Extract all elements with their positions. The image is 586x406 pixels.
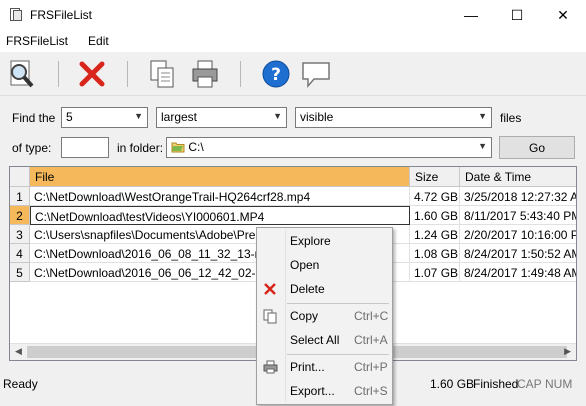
size-cell[interactable]: 1.07 GB <box>410 263 460 282</box>
date-cell[interactable]: 8/11/2017 5:43:40 PM <box>460 206 576 225</box>
scroll-right-icon[interactable]: ▶ <box>564 346 571 357</box>
menu-frsfilelist[interactable]: FRSFileList <box>0 34 75 48</box>
date-cell[interactable]: 3/25/2018 12:27:32 AM <box>460 187 576 206</box>
print-icon <box>262 359 278 375</box>
folder-dropdown[interactable]: C:\ ▼ <box>166 137 492 158</box>
row-header-corner <box>10 167 30 187</box>
chevron-down-icon: ▼ <box>478 141 487 151</box>
window-title: FRSFileList <box>30 8 93 22</box>
date-cell[interactable]: 8/24/2017 1:50:52 AM <box>460 244 576 263</box>
size-cell[interactable]: 1.08 GB <box>410 244 460 263</box>
context-item-label: Open <box>290 258 320 272</box>
file-cell[interactable]: C:\NetDownload\testVideos\YI000601.MP4 <box>30 206 410 225</box>
menu-edit[interactable]: Edit <box>81 34 116 48</box>
count-dropdown[interactable]: 5 ▼ <box>61 107 148 128</box>
column-header-date[interactable]: Date & Time <box>460 167 576 187</box>
copy-icon[interactable] <box>145 57 179 91</box>
row-number: 3 <box>10 225 30 244</box>
row-number: 2 <box>10 206 30 225</box>
scroll-left-icon[interactable]: ◀ <box>15 346 22 357</box>
print-icon[interactable] <box>188 57 222 91</box>
delete-icon <box>262 281 278 297</box>
context-item-label: Explore <box>290 234 331 248</box>
column-header-file[interactable]: File <box>30 167 410 187</box>
feedback-icon[interactable] <box>299 57 333 91</box>
context-item-label: Export... <box>290 384 335 398</box>
delete-icon[interactable] <box>75 57 109 91</box>
svg-text:?: ? <box>271 65 281 85</box>
file-type-input[interactable] <box>61 137 109 158</box>
chevron-down-icon: ▼ <box>273 111 282 121</box>
row-number: 1 <box>10 187 30 206</box>
context-item-label: Copy <box>290 309 319 323</box>
context-item-label: Select All <box>290 333 340 347</box>
visibility-value: visible <box>300 110 334 124</box>
context-print[interactable]: Print... Ctrl+P <box>257 356 392 378</box>
column-header-size[interactable]: Size <box>410 167 460 187</box>
context-copy[interactable]: Copy Ctrl+C <box>257 305 392 327</box>
size-cell[interactable]: 1.60 GB <box>410 206 460 225</box>
in-folder-label: in folder: <box>117 141 164 155</box>
go-button[interactable]: Go <box>499 136 575 159</box>
context-item-shortcut: Ctrl+P <box>354 360 388 374</box>
context-item-label: Delete <box>290 282 325 296</box>
row-number: 5 <box>10 263 30 282</box>
visibility-dropdown[interactable]: visible ▼ <box>295 107 492 128</box>
search-icon[interactable] <box>4 57 38 91</box>
chevron-down-icon: ▼ <box>134 111 143 121</box>
find-the-label: Find the <box>12 111 56 125</box>
context-item-label: Print... <box>290 360 325 374</box>
context-open[interactable]: Open <box>257 254 392 276</box>
status-num: NUM <box>545 377 573 391</box>
menu-bar: FRSFileList Edit <box>0 30 586 52</box>
context-item-shortcut: Ctrl+C <box>354 309 389 323</box>
context-select-all[interactable]: Select All Ctrl+A <box>257 329 392 351</box>
count-value: 5 <box>66 110 73 124</box>
status-state: Finished <box>473 377 519 391</box>
chevron-down-icon: ▼ <box>478 111 487 121</box>
app-icon <box>9 8 23 22</box>
of-type-label: of type: <box>12 141 52 155</box>
files-label: files <box>500 111 522 125</box>
toolbar: ? <box>0 52 586 96</box>
size-cell[interactable]: 4.72 GB <box>410 187 460 206</box>
search-criteria: Find the 5 ▼ largest ▼ visible ▼ files of t… <box>0 96 586 172</box>
status-ready: Ready <box>3 377 38 391</box>
context-explore[interactable]: Explore <box>257 230 392 252</box>
order-value: largest <box>161 110 198 124</box>
context-item-shortcut: Ctrl+A <box>354 333 388 347</box>
date-cell[interactable]: 8/24/2017 1:49:48 AM <box>460 263 576 282</box>
close-button[interactable]: ✕ <box>540 0 586 30</box>
context-item-shortcut: Ctrl+S <box>354 384 388 398</box>
help-icon[interactable]: ? <box>259 57 293 91</box>
date-cell[interactable]: 2/20/2017 10:16:00 PM <box>460 225 576 244</box>
file-cell[interactable]: C:\NetDownload\WestOrangeTrail-HQ264crf2… <box>30 187 410 206</box>
minimize-button[interactable]: — <box>448 0 494 30</box>
maximize-button[interactable]: ☐ <box>494 0 540 30</box>
context-export[interactable]: Export... Ctrl+S <box>257 380 392 402</box>
title-bar: FRSFileList — ☐ ✕ <box>0 0 586 30</box>
context-menu: Explore Open Delete Copy Ctrl+C Select A… <box>256 227 393 405</box>
folder-icon <box>171 142 185 153</box>
size-cell[interactable]: 1.24 GB <box>410 225 460 244</box>
row-number: 4 <box>10 244 30 263</box>
order-dropdown[interactable]: largest ▼ <box>156 107 287 128</box>
status-total-size: 1.60 GB <box>430 377 475 391</box>
copy-icon <box>262 308 278 324</box>
folder-value: C:\ <box>188 140 204 154</box>
context-delete[interactable]: Delete <box>257 278 392 300</box>
status-cap: CAP <box>517 377 542 391</box>
